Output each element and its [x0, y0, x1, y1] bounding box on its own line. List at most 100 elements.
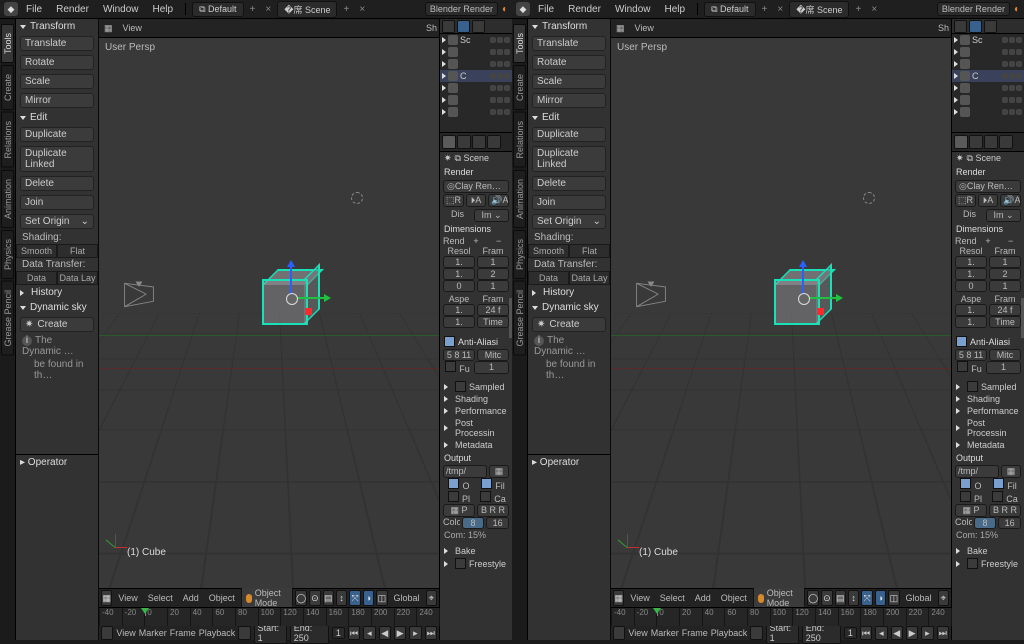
- btn-data-layout[interactable]: Data Lay: [569, 271, 610, 285]
- res-y[interactable]: 1.: [955, 268, 987, 280]
- lamp-object[interactable]: [863, 192, 875, 204]
- btn-set-origin[interactable]: Set Origin ⌄: [532, 214, 606, 229]
- menu-help[interactable]: Help: [147, 4, 180, 15]
- btn-clay-render[interactable]: ◎Clay Ren…: [955, 180, 1021, 193]
- timeline-editor-icon[interactable]: [613, 626, 625, 640]
- tab-animation[interactable]: Animation: [1, 170, 14, 228]
- vpmenu-view[interactable]: View: [114, 593, 141, 603]
- panel-operator[interactable]: ▸ Operator: [528, 454, 610, 470]
- panel-metadata[interactable]: Metadata: [952, 439, 1024, 451]
- panel-postproc[interactable]: Post Processin: [440, 417, 512, 439]
- tab-animation[interactable]: Animation: [513, 170, 526, 228]
- props-breadcrumb[interactable]: ✷⧉ Scene: [952, 152, 1024, 165]
- btn-translate[interactable]: Translate: [532, 36, 606, 51]
- layers-icon[interactable]: ▤: [835, 590, 846, 606]
- panel-bake[interactable]: Bake: [952, 545, 1024, 557]
- btn-rotate[interactable]: Rotate: [532, 55, 606, 70]
- tl-jump-start-icon[interactable]: ⏮: [860, 626, 872, 640]
- btn-delete[interactable]: Delete: [532, 176, 606, 191]
- panel-output[interactable]: Output: [440, 451, 512, 465]
- tab-relations[interactable]: Relations: [1, 112, 14, 168]
- vpmenu-add[interactable]: Add: [691, 593, 715, 603]
- layout-add-icon[interactable]: +: [246, 4, 260, 15]
- snap-icon[interactable]: ⌖: [938, 590, 949, 606]
- lamp-object[interactable]: [351, 192, 363, 204]
- viewport-shading-cut[interactable]: Sh: [938, 23, 949, 33]
- tl-prev-key-icon[interactable]: ◂: [875, 626, 887, 640]
- color-depth-8[interactable]: 8: [974, 517, 997, 529]
- manipulator-rotate-icon[interactable]: ◑: [363, 590, 374, 606]
- panel-sampled[interactable]: Sampled: [440, 380, 512, 393]
- menu-window[interactable]: Window: [609, 4, 657, 15]
- tab-relations[interactable]: Relations: [513, 112, 526, 168]
- tab-tools[interactable]: Tools: [1, 24, 14, 63]
- res-x[interactable]: 1.: [443, 256, 475, 268]
- aspect-y[interactable]: 1.: [955, 316, 987, 328]
- output-format[interactable]: ▦ P: [443, 504, 475, 517]
- outliner-search-icon[interactable]: [472, 20, 485, 33]
- scene-selector[interactable]: �席 Scene: [277, 1, 337, 18]
- output-channels[interactable]: B R R: [989, 504, 1021, 517]
- timeline-ruler[interactable]: -40-200204060801001201401601802002202402…: [99, 608, 439, 626]
- panel-freestyle[interactable]: Freestyle: [952, 557, 1024, 570]
- manipulator-icon[interactable]: ⤧: [861, 590, 872, 606]
- panel-performance[interactable]: Performance: [952, 405, 1024, 417]
- pivot-icon[interactable]: ⊙: [821, 590, 832, 606]
- aa-samples[interactable]: 5 8 11: [443, 349, 475, 361]
- viewport-view-menu[interactable]: View: [630, 23, 659, 33]
- res-y[interactable]: 1.: [443, 268, 475, 280]
- panel-dimensions[interactable]: Dimensions: [952, 222, 1024, 236]
- tl-next-key-icon[interactable]: ▸: [921, 626, 933, 640]
- btn-set-origin[interactable]: Set Origin ⌄: [20, 214, 94, 229]
- aspect-x[interactable]: 1.: [955, 304, 987, 316]
- color-depth-16[interactable]: 16: [998, 517, 1021, 529]
- scene-add-icon[interactable]: +: [339, 4, 353, 15]
- aa-size[interactable]: 1: [474, 361, 509, 374]
- chk-antialias[interactable]: [956, 336, 967, 347]
- output-format[interactable]: ▦ P: [955, 504, 987, 517]
- panel-history[interactable]: History: [528, 285, 610, 300]
- proptab-2[interactable]: [472, 135, 486, 149]
- viewport-shading-cut[interactable]: Sh: [426, 23, 437, 33]
- aa-size[interactable]: 1: [986, 361, 1021, 374]
- btn-delete[interactable]: Delete: [20, 176, 94, 191]
- cube-object[interactable]: [262, 269, 320, 327]
- outliner-item-cube[interactable]: C: [952, 70, 1024, 82]
- aspect-y[interactable]: 1.: [443, 316, 475, 328]
- manipulator-rotate-icon[interactable]: ◑: [875, 590, 886, 606]
- viewport-editor-icon[interactable]: ▦: [99, 23, 118, 34]
- frame-step[interactable]: 1: [477, 280, 509, 292]
- scene-selector[interactable]: �席 Scene: [789, 1, 849, 18]
- btn-preset-remove[interactable]: −: [1000, 236, 1021, 246]
- frame-end[interactable]: 2: [989, 268, 1021, 280]
- menu-file[interactable]: File: [20, 4, 48, 15]
- proptab-0[interactable]: [954, 135, 968, 149]
- browse-icon[interactable]: ▦: [489, 465, 509, 478]
- outliner-item-cube[interactable]: C: [440, 70, 512, 82]
- tab-grease-pencil[interactable]: Grease Pencil: [1, 281, 14, 356]
- 3d-viewport[interactable]: User Persp(1) Cube: [99, 38, 439, 588]
- vpmenu-select[interactable]: Select: [656, 593, 689, 603]
- frame-end[interactable]: 2: [477, 268, 509, 280]
- layers-icon[interactable]: ▤: [323, 590, 334, 606]
- tl-play-icon[interactable]: ▶: [394, 626, 406, 640]
- manipulator-translate-icon[interactable]: ↕: [848, 590, 859, 606]
- color-depth-16[interactable]: 16: [486, 517, 509, 529]
- tl-playback[interactable]: Playback: [711, 628, 748, 638]
- menu-help[interactable]: Help: [659, 4, 692, 15]
- layout-close-icon[interactable]: ×: [773, 4, 787, 15]
- tab-create[interactable]: Create: [513, 65, 526, 110]
- panel-antialias[interactable]: Anti-Aliasi: [952, 334, 1024, 349]
- tab-grease-pencil[interactable]: Grease Pencil: [513, 281, 526, 356]
- browse-icon[interactable]: ▦: [1001, 465, 1021, 478]
- btn-duplicate-linked[interactable]: Duplicate Linked: [20, 146, 94, 172]
- btn-data[interactable]: Data: [528, 271, 569, 285]
- btn-translate[interactable]: Translate: [20, 36, 94, 51]
- fps[interactable]: 24 f: [477, 304, 509, 316]
- aa-samples[interactable]: 5 8 11: [955, 349, 987, 361]
- proptab-0[interactable]: [442, 135, 456, 149]
- btn-flat[interactable]: Flat: [569, 244, 610, 258]
- proptab-3[interactable]: [999, 135, 1013, 149]
- btn-render-anim[interactable]: ⏵A: [466, 194, 487, 207]
- props-breadcrumb[interactable]: ✷⧉ Scene: [440, 152, 512, 165]
